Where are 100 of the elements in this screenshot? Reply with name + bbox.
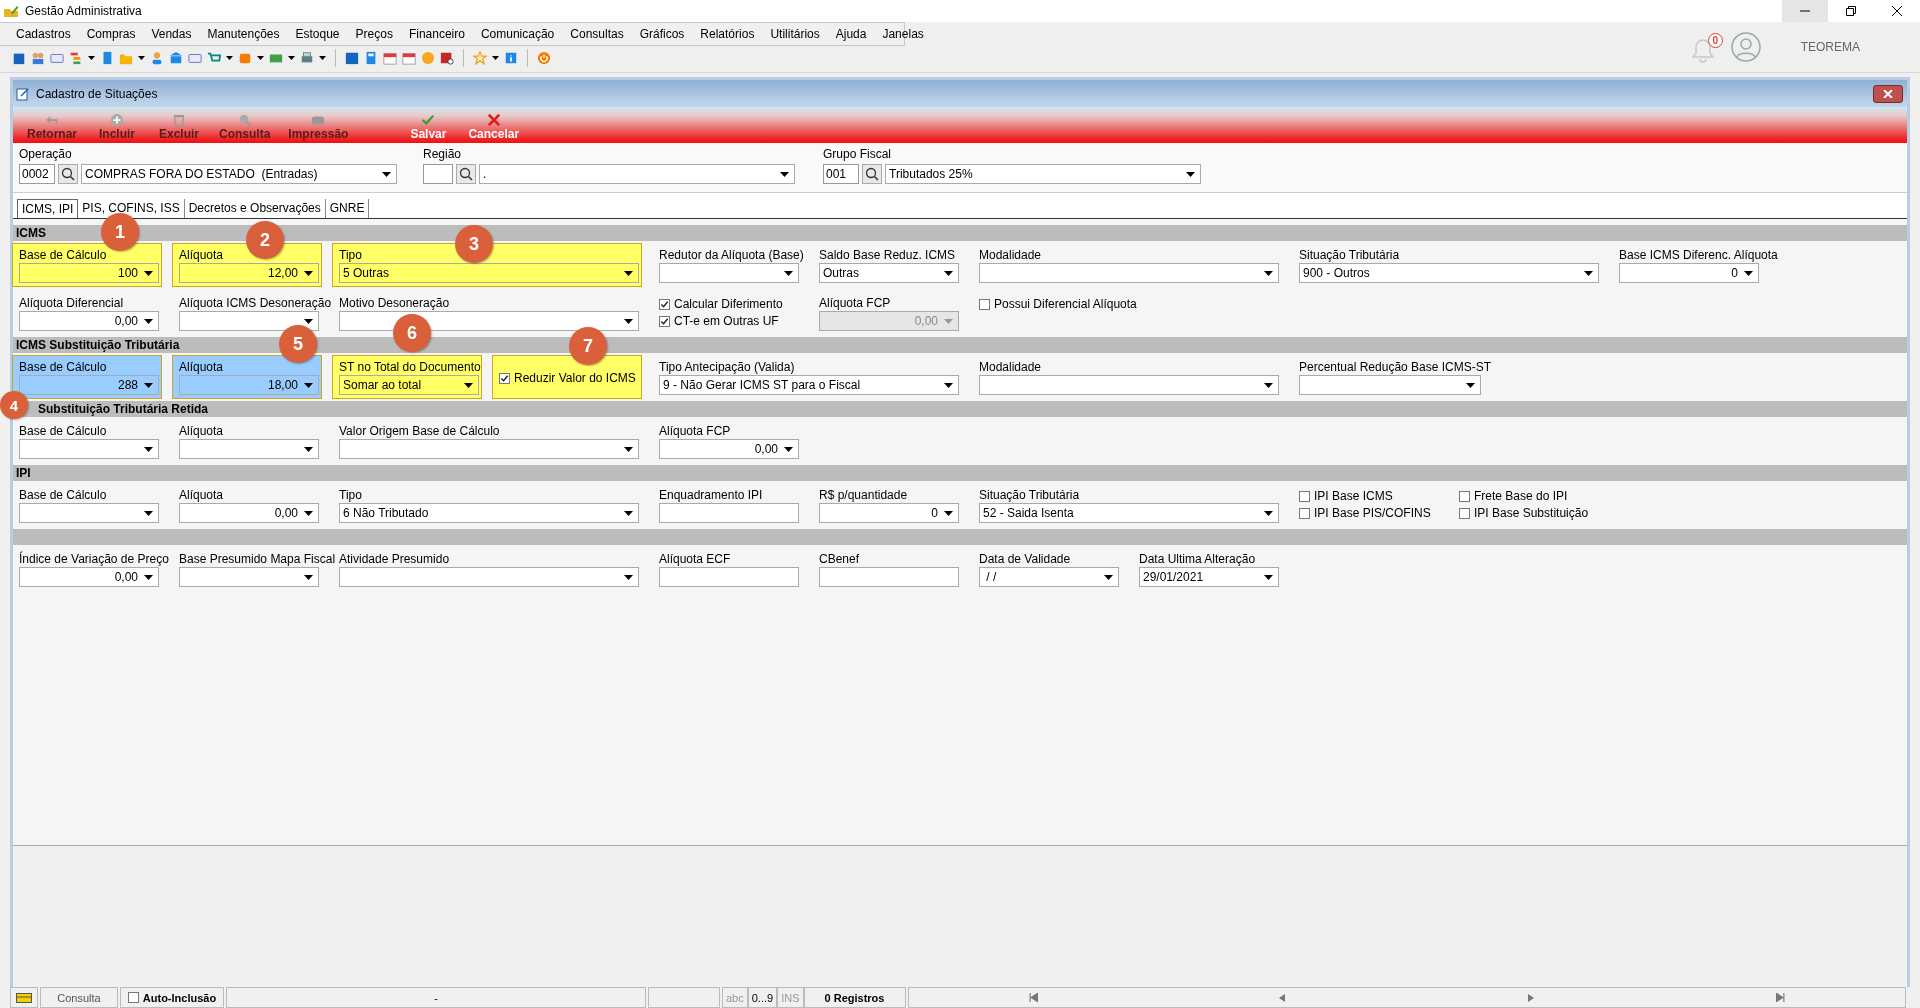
dropdown-field[interactable]	[179, 311, 319, 331]
dropdown-field[interactable]: 0,00	[19, 311, 159, 331]
check-icon[interactable]	[421, 113, 436, 127]
menu-item[interactable]: Manutenções	[199, 27, 288, 41]
menu-item[interactable]: Ajuda	[827, 27, 875, 41]
dropdown-arrow-icon[interactable]	[144, 574, 153, 580]
dropdown-arrow-icon[interactable]	[304, 510, 313, 516]
input-field[interactable]	[819, 567, 959, 587]
dropdown-field[interactable]: / /	[979, 567, 1119, 587]
checkbox[interactable]	[1459, 507, 1470, 519]
calendar-icon[interactable]	[383, 51, 397, 65]
checkbox[interactable]	[659, 315, 670, 327]
dropdown-arrow-icon[interactable]	[319, 56, 326, 60]
menu-item[interactable]: Preços	[347, 27, 401, 41]
dropdown-field[interactable]	[339, 439, 639, 459]
card-icon[interactable]	[50, 51, 64, 65]
dropdown-arrow-icon[interactable]	[1264, 382, 1273, 388]
dropdown-arrow-icon[interactable]	[304, 382, 313, 388]
dropdown-field[interactable]: .	[479, 164, 795, 184]
dropdown-field[interactable]	[659, 263, 799, 283]
bell-icon[interactable]	[1690, 37, 1715, 63]
menu-item[interactable]: Utilitários	[762, 27, 828, 41]
dropdown-arrow-icon[interactable]	[144, 270, 153, 276]
dropdown-arrow-icon[interactable]	[784, 270, 793, 276]
dropdown-arrow-icon[interactable]	[144, 382, 153, 388]
dropdown-arrow-icon[interactable]	[1104, 574, 1113, 580]
dropdown-arrow-icon[interactable]	[944, 270, 953, 276]
dropdown-arrow-icon[interactable]	[144, 446, 153, 452]
dropdown-field[interactable]: 0,00	[179, 503, 319, 523]
menu-item[interactable]: Compras	[78, 27, 144, 41]
bank-icon[interactable]	[169, 51, 183, 65]
dropdown-arrow-icon[interactable]	[784, 446, 793, 452]
calendar-icon[interactable]	[402, 51, 416, 65]
code-field[interactable]: 0002	[19, 164, 55, 184]
checkbox[interactable]	[1299, 490, 1310, 502]
dropdown-field[interactable]: Outras	[819, 263, 959, 283]
card-icon[interactable]	[188, 51, 202, 65]
menu-item[interactable]: Financeiro	[400, 27, 473, 41]
dropdown-arrow-icon[interactable]	[1264, 270, 1273, 276]
power-icon[interactable]	[537, 51, 551, 65]
menu-item[interactable]: Janelas	[874, 27, 932, 41]
dropdown-arrow-icon[interactable]	[304, 446, 313, 452]
input-field[interactable]	[659, 503, 799, 523]
dropdown-field[interactable]: 0,00	[659, 439, 799, 459]
dropdown-arrow-icon[interactable]	[492, 56, 499, 60]
dropdown-arrow-icon[interactable]	[382, 171, 391, 177]
menu-item[interactable]: Consultas	[562, 27, 632, 41]
dropdown-arrow-icon[interactable]	[88, 56, 95, 60]
dropdown-field[interactable]: 29/01/2021	[1139, 567, 1279, 587]
list-icon[interactable]	[69, 51, 83, 65]
menu-item[interactable]: Comunicação	[472, 27, 563, 41]
dropdown-field[interactable]: 9 - Não Gerar ICMS ST para o Fiscal	[659, 375, 959, 395]
dropdown-field[interactable]: 288	[19, 375, 159, 395]
dropdown-field[interactable]	[19, 439, 159, 459]
dropdown-field[interactable]	[179, 567, 319, 587]
star-icon[interactable]	[473, 51, 487, 65]
code-field[interactable]: 001	[823, 164, 859, 184]
dropdown-field[interactable]: 0	[819, 503, 959, 523]
next-record-icon[interactable]	[1527, 993, 1536, 1002]
dropdown-arrow-icon[interactable]	[944, 382, 953, 388]
dropdown-arrow-icon[interactable]	[257, 56, 264, 60]
code-field[interactable]	[423, 164, 453, 184]
menu-item[interactable]: Estoque	[287, 27, 348, 41]
dropdown-arrow-icon[interactable]	[624, 446, 633, 452]
info-icon[interactable]	[504, 51, 518, 65]
dropdown-arrow-icon[interactable]	[780, 171, 789, 177]
calculator-icon[interactable]	[364, 51, 378, 65]
last-record-icon[interactable]	[1775, 993, 1785, 1002]
checkbox[interactable]	[1459, 490, 1470, 502]
dropdown-arrow-icon[interactable]	[1186, 171, 1195, 177]
dropdown-field[interactable]: 12,00	[179, 263, 319, 283]
checkbox[interactable]	[127, 992, 139, 1003]
dropdown-arrow-icon[interactable]	[304, 270, 313, 276]
restore-icon[interactable]	[1846, 6, 1856, 16]
dropdown-arrow-icon[interactable]	[1264, 574, 1273, 580]
dropdown-arrow-icon[interactable]	[944, 510, 953, 516]
dropdown-field[interactable]: Tributados 25%	[885, 164, 1201, 184]
people-icon[interactable]	[31, 51, 45, 65]
person-icon[interactable]	[150, 51, 164, 65]
first-record-icon[interactable]	[1028, 993, 1038, 1002]
previous-record-icon[interactable]	[1278, 993, 1287, 1002]
dropdown-field[interactable]: 6 Não Tributado	[339, 503, 639, 523]
dropdown-arrow-icon[interactable]	[138, 56, 145, 60]
dropdown-arrow-icon[interactable]	[226, 56, 233, 60]
toolbar-button[interactable]: Cancelar	[460, 113, 528, 143]
dropdown-arrow-icon[interactable]	[624, 510, 633, 516]
dropdown-arrow-icon[interactable]	[144, 318, 153, 324]
dropdown-arrow-icon[interactable]	[1744, 270, 1753, 276]
dropdown-field[interactable]	[339, 567, 639, 587]
dropdown-field[interactable]	[979, 263, 1279, 283]
dropdown-field[interactable]	[19, 503, 159, 523]
dropdown-arrow-icon[interactable]	[624, 270, 633, 276]
dropdown-field[interactable]	[179, 439, 319, 459]
dropdown-field[interactable]: 0	[1619, 263, 1759, 283]
dropdown-arrow-icon[interactable]	[288, 56, 295, 60]
dropdown-field[interactable]: Somar ao total	[339, 375, 479, 395]
dropdown-field[interactable]: 18,00	[179, 375, 319, 395]
toolbar-button[interactable]: Salvar	[398, 113, 459, 143]
cart-icon[interactable]	[207, 51, 221, 65]
menu-item[interactable]: Cadastros	[8, 27, 79, 41]
